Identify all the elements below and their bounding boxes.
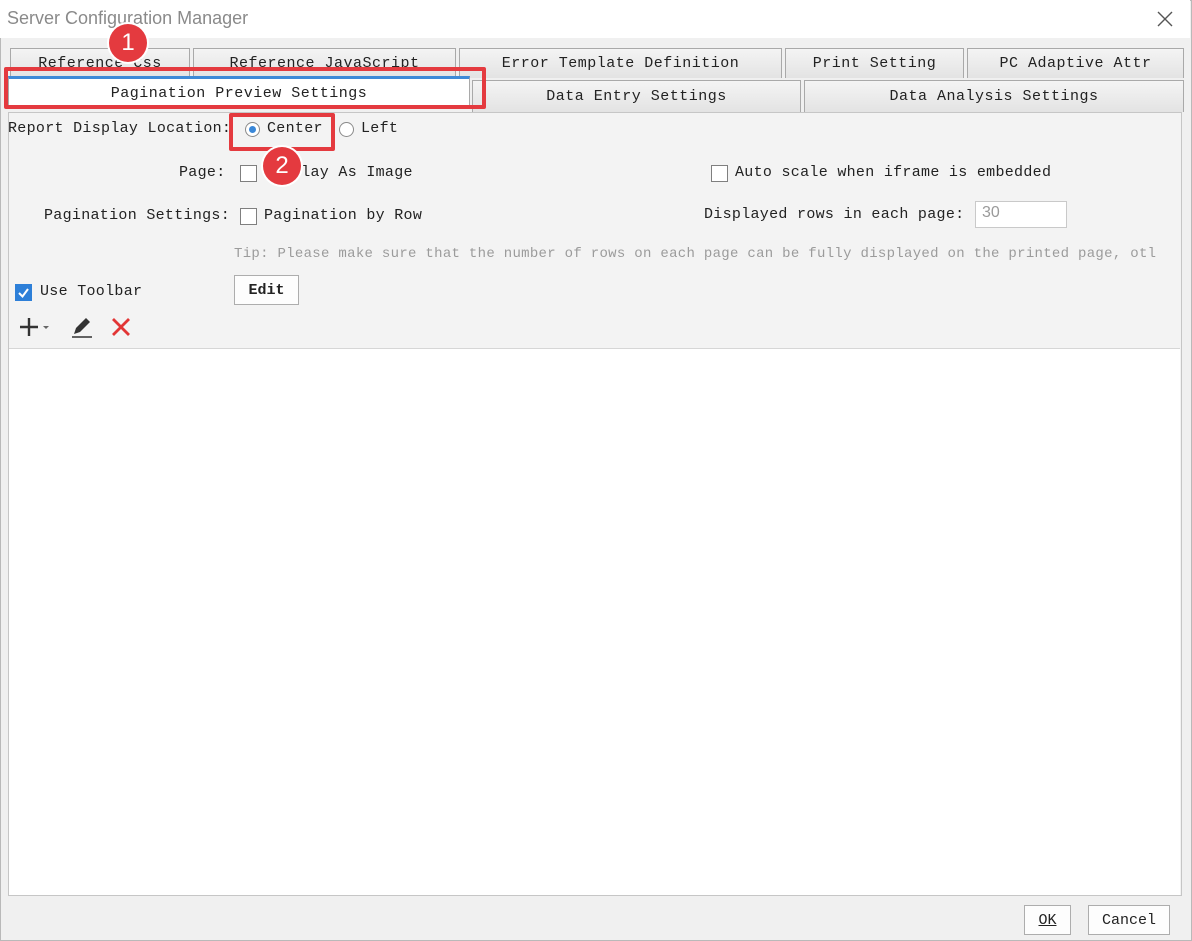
ok-button[interactable]: OK xyxy=(1024,905,1071,935)
tab-pc-adaptive-attr[interactable]: PC Adaptive Attr xyxy=(967,48,1184,78)
rows-per-page-input[interactable]: 30 xyxy=(975,201,1067,228)
auto-scale-label[interactable]: Auto scale when iframe is embedded xyxy=(735,164,1051,181)
tab-data-analysis-settings[interactable]: Data Analysis Settings xyxy=(804,80,1184,112)
display-as-image-checkbox[interactable] xyxy=(240,165,257,182)
delete-icon xyxy=(112,318,130,336)
highlight-box-2 xyxy=(229,113,335,151)
add-button[interactable] xyxy=(18,315,58,339)
close-button[interactable] xyxy=(1150,4,1180,34)
close-icon xyxy=(1157,11,1173,27)
edit-button[interactable]: Edit xyxy=(234,275,299,305)
left-radio-label[interactable]: Left xyxy=(361,120,398,137)
tab-error-template-definition[interactable]: Error Template Definition xyxy=(459,48,782,78)
display-location-label: Report Display Location: xyxy=(8,120,232,137)
edit-pencil-icon xyxy=(72,318,92,338)
edit-item-button[interactable] xyxy=(69,315,95,339)
pagination-settings-label: Pagination Settings: xyxy=(44,207,231,224)
auto-scale-checkbox[interactable] xyxy=(711,165,728,182)
checkmark-icon xyxy=(18,288,29,299)
delete-button[interactable] xyxy=(109,315,133,339)
use-toolbar-checkbox[interactable] xyxy=(15,284,32,301)
title-bar: Server Configuration Manager xyxy=(0,0,1190,38)
pagination-by-row-label[interactable]: Pagination by Row xyxy=(264,207,422,224)
pagination-by-row-checkbox[interactable] xyxy=(240,208,257,225)
rows-per-page-label: Displayed rows in each page: xyxy=(704,206,965,223)
left-radio[interactable] xyxy=(339,122,354,137)
add-icon xyxy=(20,318,49,336)
page-label: Page: xyxy=(179,164,226,181)
tab-print-setting[interactable]: Print Setting xyxy=(785,48,964,78)
tip-text: Tip: Please make sure that the number of… xyxy=(234,246,1157,262)
tab-data-entry-settings[interactable]: Data Entry Settings xyxy=(472,80,801,112)
highlight-box-1 xyxy=(4,67,486,109)
use-toolbar-label[interactable]: Use Toolbar xyxy=(40,283,142,300)
toolbar-items-list[interactable] xyxy=(9,348,1180,895)
cancel-button[interactable]: Cancel xyxy=(1088,905,1170,935)
annotation-badge-2: 2 xyxy=(263,147,301,185)
annotation-badge-1: 1 xyxy=(109,24,147,62)
